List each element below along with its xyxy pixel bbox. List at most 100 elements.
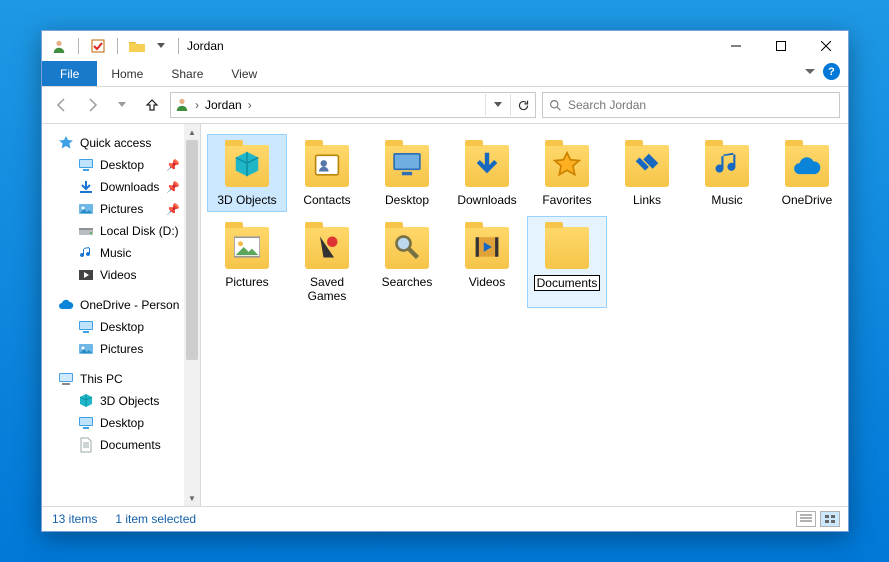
item-desktop[interactable]: Desktop: [367, 134, 447, 212]
address-bar[interactable]: › Jordan ›: [170, 92, 536, 118]
maximize-button[interactable]: [758, 31, 803, 61]
tab-file[interactable]: File: [42, 61, 97, 86]
item-label: Contacts: [303, 193, 350, 207]
tree-item-od-pictures[interactable]: Pictures: [42, 338, 200, 360]
items-view[interactable]: 3D Objects Contacts Desktop Downloads Favori…: [201, 124, 848, 506]
minimize-button[interactable]: [713, 31, 758, 61]
tab-share[interactable]: Share: [157, 61, 217, 86]
rename-input[interactable]: Documents: [534, 275, 601, 291]
ribbon-expand-icon[interactable]: [805, 65, 815, 79]
tree-label: This PC: [80, 372, 123, 386]
item-label: Pictures: [225, 275, 268, 289]
explorer-body: Quick accessDesktop📌Downloads📌Pictures📌L…: [42, 124, 848, 506]
quick-access-toolbar: [42, 35, 172, 57]
desktop-icon: [78, 319, 94, 335]
cube-icon: [223, 141, 271, 189]
search-icon: [549, 99, 562, 112]
large-icons-view-button[interactable]: [820, 511, 840, 527]
help-button[interactable]: ?: [823, 63, 840, 80]
details-view-button[interactable]: [796, 511, 816, 527]
contact-icon: [303, 141, 351, 189]
tree-label: Downloads: [100, 180, 159, 194]
properties-checkbox-icon[interactable]: [87, 35, 109, 57]
desktop-icon: [78, 157, 94, 173]
tree-label: Music: [100, 246, 131, 260]
scroll-up-icon[interactable]: ▲: [184, 124, 200, 140]
breadcrumb-item[interactable]: Jordan: [205, 98, 242, 112]
picture-icon: [223, 223, 271, 271]
pictures-icon: [78, 201, 94, 217]
item-searches[interactable]: Searches: [367, 216, 447, 308]
tree-item-qa-pictures[interactable]: Pictures📌: [42, 198, 200, 220]
tree-item-qa-desktop[interactable]: Desktop📌: [42, 154, 200, 176]
recent-locations-button[interactable]: [110, 93, 134, 117]
window-title: Jordan: [187, 39, 224, 53]
ribbon-tabs: File Home Share View ?: [42, 61, 848, 87]
item-videos[interactable]: Videos: [447, 216, 527, 308]
item-links[interactable]: Links: [607, 134, 687, 212]
item-label: Desktop: [385, 193, 429, 207]
refresh-button[interactable]: [510, 94, 535, 116]
chevron-right-icon[interactable]: ›: [248, 98, 252, 112]
tab-home[interactable]: Home: [97, 61, 157, 86]
tree-item-qa-music[interactable]: Music: [42, 242, 200, 264]
status-item-count: 13 items: [52, 512, 97, 526]
tree-group-onedrive[interactable]: OneDrive - Person: [42, 294, 200, 316]
back-button[interactable]: [50, 93, 74, 117]
videos-icon: [78, 267, 94, 283]
tree-item-pc-3d[interactable]: 3D Objects: [42, 390, 200, 412]
address-dropdown-button[interactable]: [485, 94, 510, 116]
item-documents[interactable]: Documents: [527, 216, 607, 308]
search-box[interactable]: Search Jordan: [542, 92, 840, 118]
file-explorer-window: Jordan File Home Share View ? › Jordan ›: [41, 30, 849, 532]
tree-label: Quick access: [80, 136, 151, 150]
tree-item-qa-videos[interactable]: Videos: [42, 264, 200, 286]
pin-icon: 📌: [166, 203, 180, 216]
search-big-icon: [383, 223, 431, 271]
separator-icon: [117, 38, 118, 54]
music-icon: [78, 245, 94, 261]
tree-label: Desktop: [100, 158, 144, 172]
item-label: Saved Games: [290, 275, 364, 303]
tree-item-qa-d[interactable]: Local Disk (D:): [42, 220, 200, 242]
navigation-pane[interactable]: Quick accessDesktop📌Downloads📌Pictures📌L…: [42, 124, 201, 506]
item-3d-objects[interactable]: 3D Objects: [207, 134, 287, 212]
folder-icon[interactable]: [126, 35, 148, 57]
tree-item-qa-downloads[interactable]: Downloads📌: [42, 176, 200, 198]
download-blue-icon: [78, 179, 94, 195]
separator-icon: [178, 38, 179, 54]
scroll-thumb[interactable]: [186, 140, 198, 360]
pictures-icon: [78, 341, 94, 357]
window-controls: [713, 31, 848, 61]
scroll-down-icon[interactable]: ▼: [184, 490, 200, 506]
item-label: Searches: [382, 275, 433, 289]
item-saved-games[interactable]: Saved Games: [287, 216, 367, 308]
tree-item-pc-documents[interactable]: Documents: [42, 434, 200, 456]
user-icon: [175, 97, 189, 114]
chevron-right-icon[interactable]: ›: [195, 98, 199, 112]
item-label: Downloads: [457, 193, 516, 207]
tree-group-this_pc[interactable]: This PC: [42, 368, 200, 390]
item-onedrive[interactable]: OneDrive: [767, 134, 847, 212]
tree-label: 3D Objects: [100, 394, 159, 408]
item-music[interactable]: Music: [687, 134, 767, 212]
caret-down-icon[interactable]: [150, 35, 172, 57]
title-bar[interactable]: Jordan: [42, 31, 848, 61]
item-contacts[interactable]: Contacts: [287, 134, 367, 212]
tree-item-pc-desktop[interactable]: Desktop: [42, 412, 200, 434]
item-favorites[interactable]: Favorites: [527, 134, 607, 212]
desktop-big-icon: [383, 141, 431, 189]
tab-view[interactable]: View: [217, 61, 271, 86]
forward-button[interactable]: [80, 93, 104, 117]
tree-label: Local Disk (D:): [100, 224, 179, 238]
tree-item-od-desktop[interactable]: Desktop: [42, 316, 200, 338]
cube-icon: [78, 393, 94, 409]
download-big-icon: [463, 141, 511, 189]
tree-label: OneDrive - Person: [80, 298, 179, 312]
up-button[interactable]: [140, 93, 164, 117]
item-pictures[interactable]: Pictures: [207, 216, 287, 308]
item-downloads[interactable]: Downloads: [447, 134, 527, 212]
navpane-scrollbar[interactable]: ▲ ▼: [184, 124, 200, 506]
close-button[interactable]: [803, 31, 848, 61]
tree-group-quick_access[interactable]: Quick access: [42, 132, 200, 154]
